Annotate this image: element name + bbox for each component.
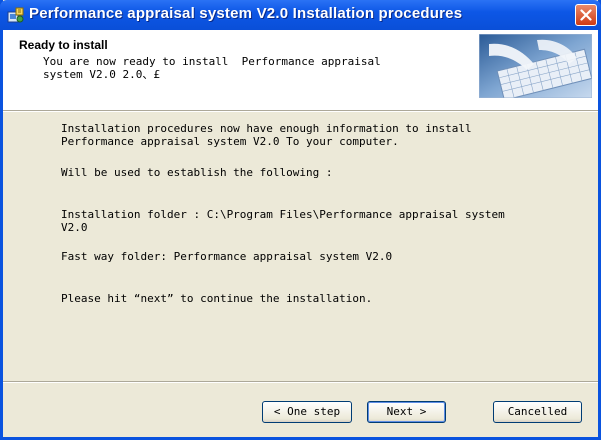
cancel-button[interactable]: Cancelled [493,401,582,423]
wizard-content: Installation procedures now have enough … [3,112,598,382]
page-subtitle: You are now ready to install Performance… [43,55,381,81]
window-title: Performance appraisal system V2.0 Instal… [29,5,463,22]
wizard-header: Ready to install You are now ready to in… [3,30,598,110]
installer-icon [7,7,24,23]
installer-window: Performance appraisal system V2.0 Instal… [0,0,601,440]
keyboard-hands-banner [479,34,592,98]
intro-text: Installation procedures now have enough … [61,122,472,148]
close-icon [580,9,592,21]
close-button[interactable] [575,4,597,26]
next-button[interactable]: Next > [367,401,446,423]
back-button[interactable]: < One step [262,401,352,423]
title-bar[interactable]: Performance appraisal system V2.0 Instal… [0,0,601,30]
install-folder-text: Installation folder : C:\Program Files\P… [61,208,505,234]
continue-hint-text: Please hit “next” to continue the instal… [61,292,373,305]
will-be-used-text: Will be used to establish the following … [61,166,333,179]
page-title: Ready to install [19,38,108,52]
fast-way-folder-text: Fast way folder: Performance appraisal s… [61,250,393,263]
footer-divider [3,381,598,383]
